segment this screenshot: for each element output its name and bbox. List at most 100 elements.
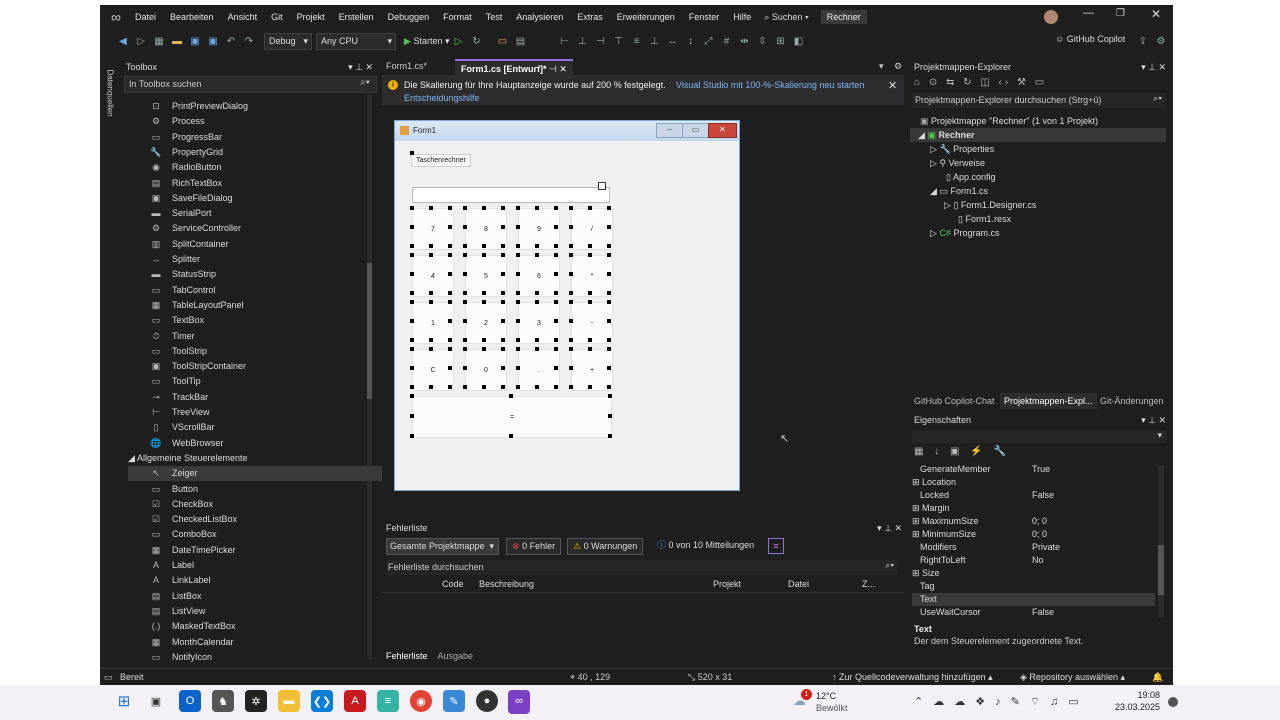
property-row[interactable]: ⊞ Location [912, 476, 1155, 489]
selection-handle[interactable] [463, 225, 467, 229]
selection-handle[interactable] [448, 366, 452, 370]
selection-handle[interactable] [501, 244, 505, 248]
same-width-icon[interactable]: ↔ [666, 34, 680, 48]
selection-handle[interactable] [429, 338, 433, 342]
selection-handle[interactable] [482, 253, 486, 257]
selection-handle[interactable] [607, 272, 611, 276]
selection-handle[interactable] [535, 253, 539, 257]
selection-handle[interactable] [569, 385, 573, 389]
selection-handle[interactable] [569, 300, 573, 304]
selection-handle[interactable] [588, 244, 592, 248]
solution-node[interactable]: ▣ Projektmappe "Rechner" (1 von 1 Projek… [920, 114, 1098, 128]
tree-item-form1-resx[interactable]: ▯ Form1.resx [958, 212, 1011, 226]
tab-solution-explorer[interactable]: Projektmappen-Expl... [1000, 393, 1097, 409]
selection-handle[interactable] [448, 319, 452, 323]
menu-erweiterungen[interactable]: Erweiterungen [610, 12, 682, 22]
property-value[interactable]: False [1032, 489, 1054, 502]
selection-handle[interactable] [410, 366, 414, 370]
selection-handle[interactable] [608, 414, 612, 418]
align-right-icon[interactable]: ⊣ [594, 34, 608, 48]
property-row[interactable]: RightToLeft No [912, 554, 1155, 567]
tab-error-list[interactable]: Fehlerliste [386, 651, 428, 661]
expand-icon[interactable]: ⊞ [912, 502, 920, 515]
error-list-search[interactable]: Fehlerliste durchsuchen ⌕▾ [386, 560, 898, 575]
vscode-icon[interactable]: ❮❯ [311, 690, 333, 712]
selection-handle[interactable] [535, 291, 539, 295]
toolbox-item[interactable]: ▦ MonthCalendar [150, 635, 390, 650]
selection-handle[interactable] [410, 347, 414, 351]
selection-handle[interactable] [448, 253, 452, 257]
selection-handle[interactable] [607, 206, 611, 210]
selection-handle[interactable] [569, 319, 573, 323]
selection-handle[interactable] [410, 151, 414, 155]
battery-icon[interactable]: ▭ [1068, 696, 1088, 708]
pin-icon[interactable]: ⊣ [549, 64, 557, 74]
toolbox-item[interactable]: ▥ SplitContainer [150, 237, 390, 252]
selection-handle[interactable] [501, 347, 505, 351]
selection-handle[interactable] [463, 319, 467, 323]
toolbox-item[interactable]: ⏱ Timer [150, 329, 390, 344]
toolbox-item[interactable]: ↔ Splitter [150, 252, 390, 267]
close-icon[interactable]: ✕ [888, 79, 897, 92]
selection-handle[interactable] [448, 347, 452, 351]
selection-handle[interactable] [516, 272, 520, 276]
settings-icon[interactable]: ⚙ [1154, 34, 1168, 48]
expand-icon[interactable]: ⊞ [912, 528, 920, 541]
selection-handle[interactable] [448, 225, 452, 229]
toolbox-item[interactable]: ▭ TabControl [150, 283, 390, 298]
taskview-icon[interactable]: ▣ [145, 690, 167, 712]
selection-handle[interactable] [608, 434, 612, 438]
selection-handle[interactable] [429, 300, 433, 304]
selection-handle[interactable] [463, 244, 467, 248]
panel-controls-icon[interactable]: ▾ ⊥ ✕ [877, 520, 902, 536]
selection-handle[interactable] [535, 385, 539, 389]
property-row[interactable]: GenerateMember True [912, 463, 1155, 476]
column-file[interactable]: Datei [788, 579, 809, 589]
tree-item-form1[interactable]: ◢ ▭ Form1.cs [930, 184, 988, 198]
chrome-icon[interactable]: ◉ [410, 690, 432, 712]
browse-icon[interactable]: ▭ [496, 34, 510, 48]
form-window[interactable]: Form1 – ▭ ✕ Taschenrechner 7 8 9/4 5 6 * 1 2 3- C… [394, 120, 740, 491]
panel-controls-icon[interactable]: ▾ ⊥ ✕ [1141, 412, 1166, 428]
project-node[interactable]: ◢ ▣ Rechner [910, 128, 1166, 142]
menu-format[interactable]: Format [436, 12, 479, 22]
selection-handle[interactable] [554, 366, 558, 370]
tree-item-program[interactable]: ▷ C# Program.cs [930, 226, 999, 240]
close-tab-icon[interactable]: ✕ [559, 64, 567, 74]
selection-handle[interactable] [607, 338, 611, 342]
selection-handle[interactable] [516, 319, 520, 323]
object-select[interactable]: ▾ [912, 430, 1166, 443]
selection-handle[interactable] [516, 291, 520, 295]
toolbox-item[interactable]: ▬ SerialPort [150, 206, 390, 221]
toolbox-item[interactable]: ⚙ Process [150, 114, 390, 129]
selection-handle[interactable] [516, 244, 520, 248]
selection-handle[interactable] [569, 338, 573, 342]
avatar[interactable] [1044, 10, 1058, 24]
dropbox-icon[interactable]: ❖ [975, 696, 995, 708]
selection-handle[interactable] [482, 300, 486, 304]
volume-icon[interactable]: ♫ [1050, 696, 1068, 708]
selection-handle[interactable] [429, 253, 433, 257]
selection-handle[interactable] [501, 272, 505, 276]
selection-handle[interactable] [448, 385, 452, 389]
selection-handle[interactable] [569, 272, 573, 276]
wifi-icon[interactable]: ⌔ [1030, 696, 1050, 708]
toolbox-item[interactable]: ⊢ TreeView [150, 405, 390, 420]
toolbox-item[interactable]: ▯ VScrollBar [150, 420, 390, 435]
selection-handle[interactable] [607, 244, 611, 248]
share-icon[interactable]: ⇪ [1136, 34, 1150, 48]
source-control-button[interactable]: ↑ Zur Quellcodeverwaltung hinzufügen ▴ [832, 669, 993, 685]
copilot-button[interactable]: ☺ GitHub Copilot [1055, 34, 1125, 44]
selection-handle[interactable] [482, 291, 486, 295]
selection-handle[interactable] [607, 319, 611, 323]
toolbox-item[interactable]: ▭ ProgressBar [150, 130, 390, 145]
selection-handle[interactable] [509, 434, 513, 438]
paint-icon[interactable]: ✎ [443, 690, 465, 712]
selection-handle[interactable] [463, 272, 467, 276]
selection-handle[interactable] [482, 385, 486, 389]
selection-handle[interactable] [569, 291, 573, 295]
selection-handle[interactable] [410, 300, 414, 304]
chevron-up-icon[interactable]: ⌃ [914, 696, 933, 708]
toolbox-item[interactable]: ⚙ ServiceController [150, 221, 390, 236]
app-record-icon[interactable]: ● [476, 690, 498, 712]
